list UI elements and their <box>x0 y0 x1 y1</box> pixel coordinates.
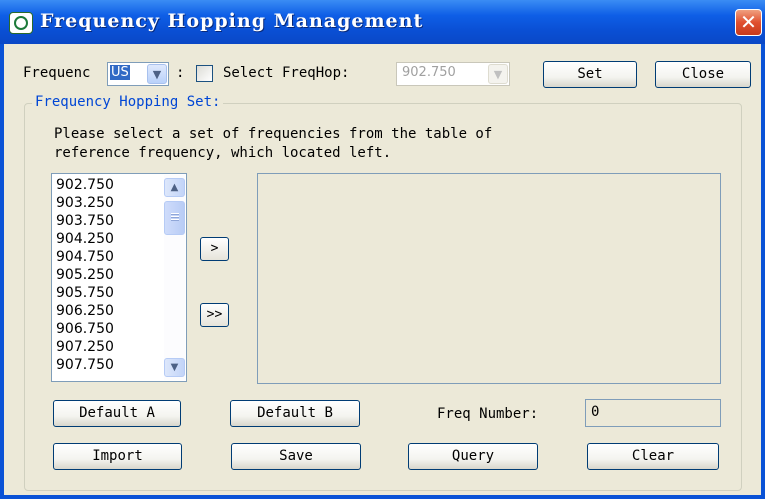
window-close-button[interactable]: ✕ <box>735 9 762 36</box>
select-freqhop-label: Select FreqHop: <box>223 65 350 81</box>
list-item[interactable]: 904.750 <box>56 249 114 265</box>
default-a-button[interactable]: Default A <box>53 400 181 427</box>
add-selected-button[interactable]: > <box>200 237 229 261</box>
arrow-up-icon[interactable]: ▲ <box>164 178 185 197</box>
scroll-thumb[interactable] <box>164 201 185 235</box>
list-item[interactable]: 903.250 <box>56 195 114 211</box>
description-line-2: reference frequency, which located left. <box>54 145 392 161</box>
clear-button[interactable]: Clear <box>587 443 719 470</box>
window-title: Frequency Hopping Management <box>40 10 424 32</box>
add-all-button[interactable]: >> <box>200 303 229 327</box>
list-item[interactable]: 906.250 <box>56 303 114 319</box>
list-item[interactable]: 904.250 <box>56 231 114 247</box>
select-freqhop-checkbox[interactable] <box>196 65 213 82</box>
chevron-down-icon[interactable]: ▼ <box>147 64 167 84</box>
list-item[interactable]: 906.750 <box>56 321 114 337</box>
reference-frequency-list[interactable]: 902.750 903.250 903.750 904.250 904.750 … <box>51 173 187 382</box>
freqhop-value: 902.750 <box>402 65 456 80</box>
freqhop-select[interactable]: 902.750 ▼ <box>396 62 510 86</box>
import-button[interactable]: Import <box>53 443 182 470</box>
frequency-label: Frequenc <box>23 65 91 81</box>
list-item[interactable]: 903.750 <box>56 213 114 229</box>
app-logo-icon <box>9 12 33 34</box>
set-button[interactable]: Set <box>543 61 637 88</box>
list-item[interactable]: 905.250 <box>56 267 114 283</box>
list-item[interactable]: 907.250 <box>56 339 114 355</box>
freq-number-field: 0 <box>585 399 721 427</box>
description-line-1: Please select a set of frequencies from … <box>54 126 493 142</box>
default-b-button[interactable]: Default B <box>230 400 360 427</box>
title-bar[interactable]: Frequency Hopping Management ✕ <box>0 0 765 44</box>
list-scrollbar[interactable]: ▲ ▼ <box>164 175 185 380</box>
list-item[interactable]: 902.750 <box>56 177 114 193</box>
chevron-down-icon[interactable]: ▼ <box>488 64 508 84</box>
list-item[interactable]: 907.750 <box>56 357 114 373</box>
region-select[interactable]: US ▼ <box>107 62 169 86</box>
arrow-down-icon[interactable]: ▼ <box>164 358 185 377</box>
query-button[interactable]: Query <box>408 443 538 470</box>
list-item[interactable]: 905.750 <box>56 285 114 301</box>
region-colon: : <box>176 65 185 81</box>
freq-number-label: Freq Number: <box>437 406 539 422</box>
close-button[interactable]: Close <box>655 61 751 88</box>
selected-frequency-list[interactable] <box>257 173 721 384</box>
save-button[interactable]: Save <box>231 443 361 470</box>
groupbox-title: Frequency Hopping Set: <box>32 94 224 110</box>
region-value: US <box>110 65 130 80</box>
